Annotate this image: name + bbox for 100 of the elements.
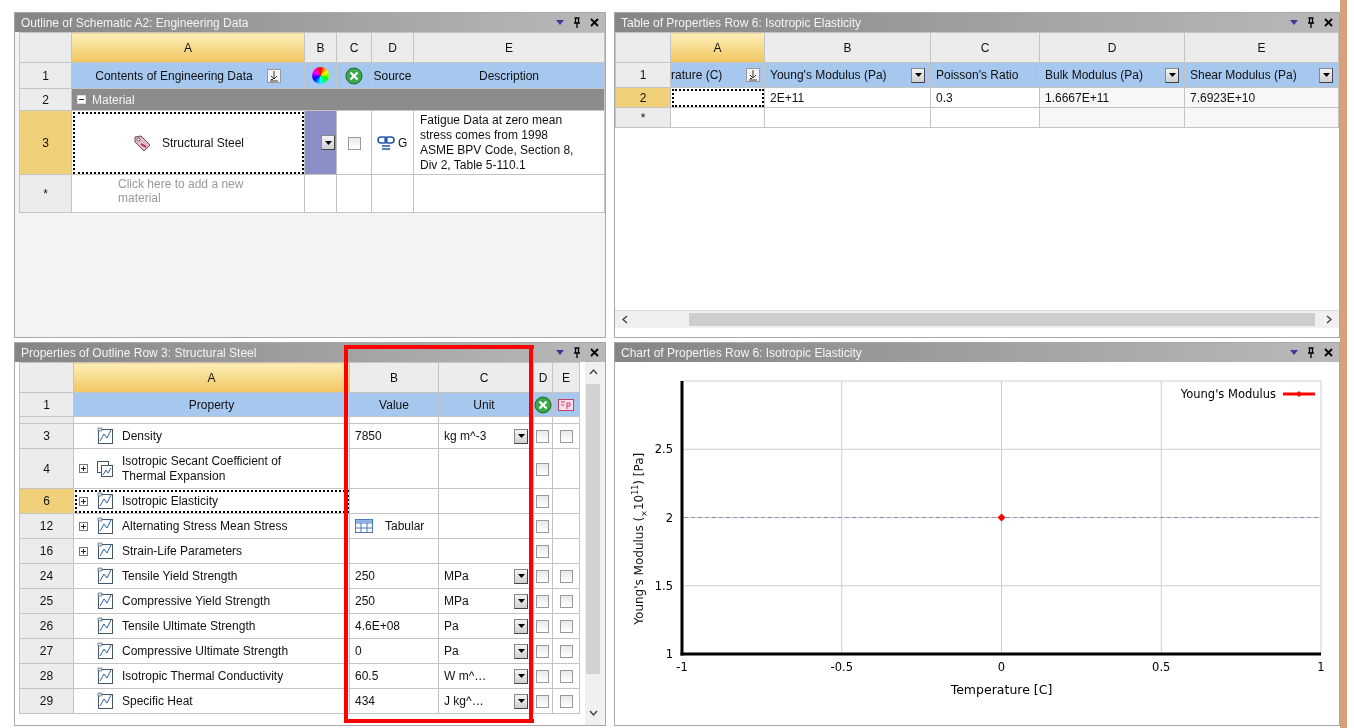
table-cell[interactable]: kg m^-3 — [438, 423, 530, 449]
column-title[interactable]: Young's Modulus (Pa) — [764, 62, 931, 88]
column-header[interactable]: E — [552, 362, 580, 393]
column-header[interactable]: E — [1184, 32, 1339, 63]
column-header[interactable]: C — [930, 32, 1040, 63]
legend-label: Young's Modulus — [1180, 387, 1276, 401]
tick-label: 0 — [997, 660, 1006, 674]
column-header[interactable]: A — [670, 32, 765, 63]
row-number[interactable]: 3 — [19, 110, 72, 175]
pane-title: Properties of Outline Row 3: Structural Steel — [21, 345, 257, 360]
property-name: Tensile Ultimate Strength — [122, 618, 256, 634]
row-number[interactable]: 3 — [19, 423, 74, 449]
table-cell[interactable]: Tensile Yield Strength — [73, 563, 350, 589]
column-header[interactable]: B — [304, 32, 337, 63]
text-input[interactable]: Click here to add a new material — [118, 177, 268, 209]
column-header[interactable]: A — [73, 362, 350, 393]
row-number[interactable]: 24 — [19, 563, 74, 589]
tick-label: 1 — [1317, 660, 1325, 674]
property-name: Specific Heat — [122, 693, 193, 709]
property-name: Compressive Yield Strength — [122, 593, 271, 609]
material-name: Structural Steel — [161, 135, 244, 150]
table-cell[interactable]: Structural Steel — [71, 110, 305, 175]
row-number[interactable]: 6 — [19, 488, 74, 514]
row-number[interactable]: * — [19, 174, 72, 213]
column-header[interactable]: E — [413, 32, 605, 63]
row-number[interactable]: * — [615, 107, 671, 128]
property-value[interactable]: 7850 — [349, 423, 439, 449]
table-cell[interactable]: Isotropic Thermal Conductivity — [73, 663, 350, 689]
tick-label: 2 — [665, 510, 673, 525]
property-value[interactable]: 4.6E+08 — [349, 613, 439, 639]
unit-label: kg m^-3 — [444, 429, 487, 443]
table-cell[interactable]: MPa — [438, 588, 530, 614]
row-number: 1 — [19, 392, 74, 417]
unit-label: MPa — [444, 569, 469, 583]
row-number[interactable]: 4 — [19, 448, 74, 489]
row-number[interactable]: 16 — [19, 538, 74, 564]
pane-title: Chart of Properties Row 6: Isotropic Elasticity — [621, 345, 862, 360]
column-header[interactable]: C — [336, 32, 372, 63]
column-title[interactable]: Description — [413, 62, 605, 89]
column-title-text: rature (C) — [671, 68, 723, 82]
row-number[interactable]: 12 — [19, 513, 74, 539]
unit-label: W m^… — [444, 669, 487, 683]
table-cell[interactable]: Pa — [438, 613, 530, 639]
table-cell[interactable]: Compressive Yield Strength — [73, 588, 350, 614]
table-cell[interactable]: Tabular — [349, 513, 439, 539]
property-value[interactable]: 434 — [349, 688, 439, 714]
row-number[interactable]: 2 — [615, 87, 671, 108]
table-cell[interactable]: Alternating Stress Mean Stress — [73, 513, 350, 539]
tick-label: -1 — [676, 660, 688, 674]
column-header[interactable]: B — [349, 362, 439, 393]
column-title[interactable]: Property — [73, 392, 350, 417]
column-header[interactable]: A — [71, 32, 305, 63]
row-number[interactable]: 26 — [19, 613, 74, 639]
row-number[interactable]: 27 — [19, 638, 74, 664]
property-name: Isotropic Secant Coefficient of Thermal Expansion — [122, 453, 283, 484]
row-number[interactable]: 25 — [19, 588, 74, 614]
column-title[interactable]: Shear Modulus (Pa) — [1184, 62, 1339, 88]
table-cell[interactable]: Specific Heat — [73, 688, 350, 714]
column-title[interactable]: Bulk Modulus (Pa) — [1039, 62, 1185, 88]
unit-label: J kg^… — [444, 694, 484, 708]
new-material-field[interactable]: Click here to add a new material — [71, 174, 305, 213]
table-cell[interactable]: Tensile Ultimate Strength — [73, 613, 350, 639]
column-header[interactable]: D — [371, 32, 414, 63]
column-header[interactable]: C — [438, 362, 530, 393]
column-title[interactable]: rature (C) — [670, 62, 765, 88]
row-number: 1 — [19, 62, 72, 89]
column-header[interactable]: D — [1039, 32, 1185, 63]
table-cell[interactable]: MPa — [438, 563, 530, 589]
table-cell[interactable]: Strain-Life Parameters — [73, 538, 350, 564]
property-value[interactable]: 250 — [349, 588, 439, 614]
row-number[interactable]: 2 — [19, 88, 72, 111]
property-value[interactable]: 60.5 — [349, 663, 439, 689]
column-header[interactable]: B — [764, 32, 931, 63]
table-cell[interactable]: Isotropic Elasticity — [73, 488, 350, 514]
tick-label: 1.5 — [654, 578, 673, 593]
property-name: Density — [122, 428, 162, 444]
table-cell[interactable]: Isotropic Secant Coefficient of Thermal Expansion — [73, 448, 350, 489]
unit-label: Pa — [444, 619, 459, 633]
table-cell[interactable]: Compressive Ultimate Strength — [73, 638, 350, 664]
property-value[interactable]: 0 — [349, 638, 439, 664]
source-text: G — [398, 135, 408, 150]
row-number: 1 — [615, 62, 671, 88]
tick-label: 1 — [665, 647, 673, 661]
column-title[interactable]: Unit — [438, 392, 530, 417]
row-number[interactable]: 28 — [19, 663, 74, 689]
table-cell[interactable]: Pa — [438, 638, 530, 664]
description-text: Fatigue Data at zero mean stress comes from 1998 ASME BPV Code, Section 8, Div 2, Table 5-110.1 — [413, 110, 605, 175]
column-title[interactable]: Contents of Engineering Data — [71, 62, 305, 89]
row-number[interactable]: 29 — [19, 688, 74, 714]
table-cell[interactable]: Density — [73, 423, 350, 449]
property-name: Isotropic Thermal Conductivity — [122, 668, 284, 684]
column-title[interactable]: Value — [349, 392, 439, 417]
property-value: Tabular — [385, 519, 425, 533]
tick-label: 2.5 — [654, 442, 673, 457]
table-cell[interactable]: W m^… — [438, 663, 530, 689]
column-header[interactable]: D — [533, 362, 553, 393]
property-value[interactable]: 250 — [349, 563, 439, 589]
column-title[interactable]: Poisson's Ratio — [930, 62, 1040, 88]
table-cell[interactable]: J kg^… — [438, 688, 530, 714]
property-name: Isotropic Elasticity — [122, 493, 219, 509]
